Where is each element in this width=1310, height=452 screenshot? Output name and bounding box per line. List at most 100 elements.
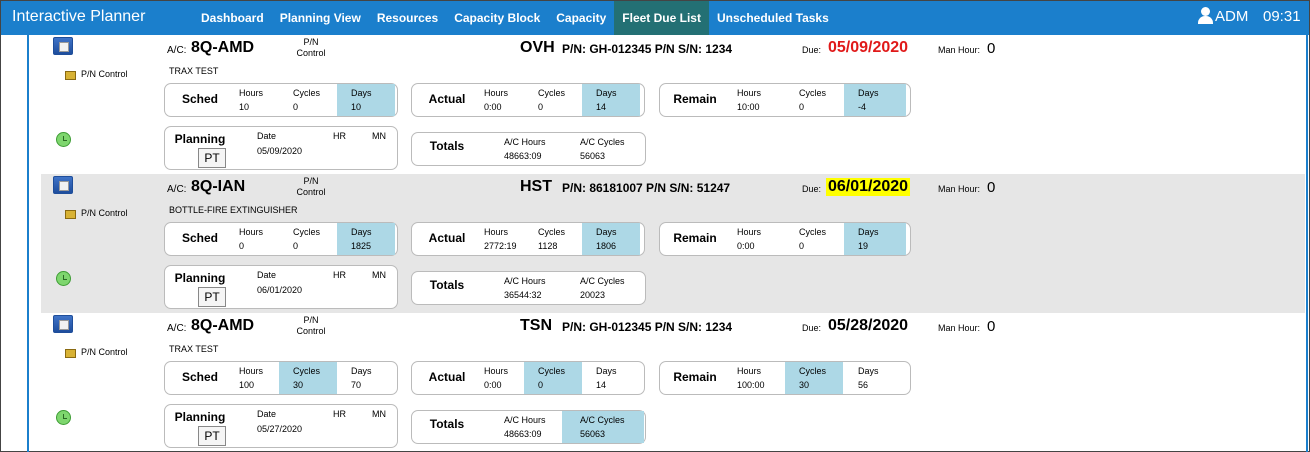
ac-hours-label: A/C Hours — [504, 415, 546, 425]
days-label: Days — [858, 227, 879, 237]
due-label: Due: — [802, 323, 822, 333]
menu-capacity-block[interactable]: Capacity Block — [446, 1, 548, 35]
ac-cycles-label: A/C Cycles — [580, 415, 625, 425]
days-label: Days — [351, 227, 372, 237]
remain-box: Remain Hours 10:00 Cycles 0 Days -4 — [659, 83, 911, 117]
hours-label: Hours — [484, 88, 509, 98]
planning-box: Planning PT Date 05/09/2020 HR MN — [164, 126, 398, 170]
menu-fleet-due-list[interactable]: Fleet Due List — [614, 1, 709, 35]
user-name: ADM — [1215, 7, 1249, 25]
ac-cycles-value: 56063 — [580, 151, 606, 161]
totals-ac-hours-cell: A/C Hours 48663:09 — [486, 133, 568, 165]
days-label: Days — [351, 88, 372, 98]
actual-cycles-cell: Cycles 0 — [524, 362, 582, 394]
clock-icon[interactable] — [56, 132, 71, 147]
plan-date-value: 06/01/2020 — [257, 285, 303, 295]
remain-days-value: 19 — [858, 241, 869, 251]
ac-label: A/C: — [167, 184, 187, 195]
days-label: Days — [596, 88, 617, 98]
pn-control-header-bottom: Control — [296, 187, 326, 197]
part-serial-number: P/N: GH-012345 P/N S/N: 1234 — [562, 320, 733, 334]
pn-control-link[interactable]: P/N Control — [65, 208, 128, 219]
menu-unscheduled-tasks[interactable]: Unscheduled Tasks — [709, 1, 837, 35]
hours-label: Hours — [737, 366, 762, 376]
plan-date-value: 05/27/2020 — [257, 424, 303, 434]
part-serial-number: P/N: GH-012345 P/N S/N: 1234 — [562, 42, 733, 56]
clock-icon[interactable] — [56, 410, 71, 425]
sched-cycles-value: 0 — [293, 241, 299, 251]
remain-cycles-cell: Cycles 0 — [785, 84, 843, 116]
pn-control-header: P/N Control — [296, 315, 326, 337]
task-card-icon[interactable] — [53, 37, 73, 55]
cycles-label: Cycles — [293, 88, 321, 98]
pt-button[interactable]: PT — [198, 287, 226, 307]
pn-control-header-bottom: Control — [296, 48, 326, 58]
clock-time: 09:31 — [1263, 8, 1301, 25]
pn-control-header: P/N Control — [296, 37, 326, 59]
app-title: Interactive Planner — [12, 8, 146, 25]
plan-date-label: Date — [257, 270, 277, 280]
totals-box: Totals A/C Hours 48663:09 A/C Cycles 56063 — [411, 132, 646, 166]
user-menu[interactable]: ADM — [1197, 7, 1248, 25]
lock-icon — [65, 348, 76, 358]
totals-ac-cycles-cell: A/C Cycles 56063 — [562, 411, 644, 443]
menu-planning-view[interactable]: Planning View — [272, 1, 369, 35]
menu-dashboard[interactable]: Dashboard — [193, 1, 272, 35]
days-label: Days — [351, 366, 372, 376]
remain-cycles-cell: Cycles 30 — [785, 362, 843, 394]
days-label: Days — [596, 366, 617, 376]
planning-header: Planning — [174, 132, 226, 146]
actual-cycles-cell: Cycles 0 — [524, 84, 582, 116]
plan-mn-label: MN — [372, 131, 386, 141]
sched-hours-cell: Hours 0 — [225, 223, 283, 255]
cycles-label: Cycles — [538, 366, 566, 376]
remain-hours-cell: Hours 100:00 — [723, 362, 781, 394]
due-record: P/N Control A/C: 8Q-IAN P/N Control BOTT… — [41, 174, 1305, 313]
menu-capacity[interactable]: Capacity — [548, 1, 614, 35]
remain-header: Remain — [673, 92, 717, 106]
task-card-icon[interactable] — [53, 176, 73, 194]
actual-hours-value: 0:00 — [484, 380, 502, 390]
cycles-label: Cycles — [538, 88, 566, 98]
sched-hours-value: 0 — [239, 241, 245, 251]
sched-cycles-value: 30 — [293, 380, 304, 390]
hours-label: Hours — [239, 88, 264, 98]
plan-mn-label: MN — [372, 270, 386, 280]
totals-header: Totals — [429, 139, 465, 153]
cycles-label: Cycles — [293, 366, 321, 376]
plan-hr-label: HR — [333, 131, 346, 141]
actual-hours-cell: Hours 0:00 — [470, 84, 528, 116]
pn-control-link[interactable]: P/N Control — [65, 347, 128, 358]
due-record: P/N Control A/C: 8Q-AMD P/N Control TRAX… — [41, 313, 1305, 452]
ac-cycles-label: A/C Cycles — [580, 276, 625, 286]
aircraft-registration: 8Q-AMD — [191, 317, 255, 334]
ac-cycles-label: A/C Cycles — [580, 137, 625, 147]
sched-days-cell: Days 10 — [337, 84, 395, 116]
task-type: OVH — [520, 39, 555, 56]
totals-ac-hours-cell: A/C Hours 36544:32 — [486, 272, 568, 304]
man-hour-value: 0 — [987, 40, 996, 57]
remain-days-cell: Days 19 — [844, 223, 906, 255]
task-description: TRAX TEST — [169, 66, 219, 76]
totals-header: Totals — [429, 417, 465, 431]
pt-button[interactable]: PT — [198, 148, 226, 168]
actual-cycles-value: 0 — [538, 380, 544, 390]
lock-icon — [65, 70, 76, 80]
menu-resources[interactable]: Resources — [369, 1, 446, 35]
man-hour-value: 0 — [987, 318, 996, 335]
sched-days-value: 1825 — [351, 241, 372, 251]
actual-cycles-cell: Cycles 1128 — [524, 223, 582, 255]
sched-cycles-cell: Cycles 0 — [279, 223, 337, 255]
pn-control-link[interactable]: P/N Control — [65, 69, 128, 80]
pt-button[interactable]: PT — [198, 426, 226, 446]
actual-hours-value: 2772:19 — [484, 241, 517, 251]
task-card-icon[interactable] — [53, 315, 73, 333]
cycles-label: Cycles — [799, 366, 827, 376]
due-date: 05/09/2020 — [828, 39, 909, 56]
actual-days-value: 14 — [596, 380, 607, 390]
remain-cycles-value: 30 — [799, 380, 810, 390]
clock-icon[interactable] — [56, 271, 71, 286]
days-label: Days — [858, 88, 879, 98]
remain-hours-value: 0:00 — [737, 241, 755, 251]
actual-days-value: 14 — [596, 102, 607, 112]
